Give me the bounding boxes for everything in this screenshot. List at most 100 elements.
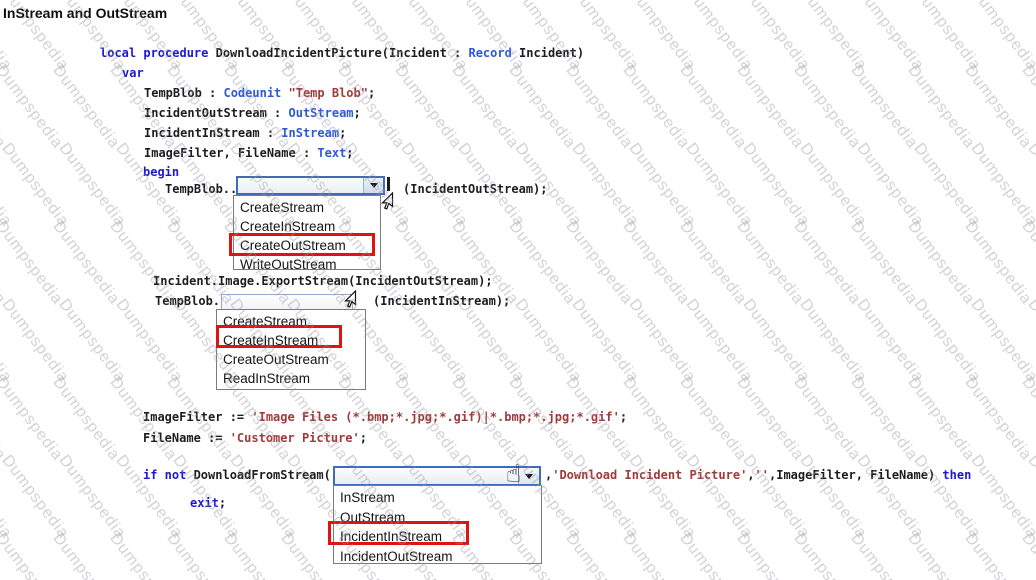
watermark-text: Dumpspedia <box>967 452 1036 543</box>
watermark-text: Dumpspedia <box>0 140 72 231</box>
watermark-text: Dumpspedia <box>733 530 807 580</box>
watermark-text: Dumpspedia <box>505 62 579 153</box>
watermark-text: Dumpspedia <box>397 0 471 75</box>
watermark-text: Dumpspedia <box>55 452 129 543</box>
watermark-text: Dumpspedia <box>0 62 66 153</box>
dropdown-button[interactable] <box>363 178 383 193</box>
watermark-text: Dumpspedia <box>562 218 636 309</box>
watermark-text: Dumpspedia <box>739 0 813 75</box>
watermark-text: Dumpspedia <box>0 452 15 543</box>
watermark-text: Dumpspedia <box>1024 0 1036 75</box>
watermark-text: Dumpspedia <box>625 0 699 75</box>
code-line-text-decl: ImageFilter, FileName : Text; <box>144 146 354 161</box>
answer-highlight-box-1 <box>229 233 375 256</box>
watermark-text: Dumpspedia <box>961 530 1035 580</box>
code-line-tempblob-1-arg: (IncidentOutStream); <box>403 182 548 197</box>
text-caret <box>387 177 390 191</box>
mouse-arrow-cursor-icon <box>381 192 394 211</box>
watermark-text: Dumpspedia <box>676 374 750 465</box>
watermark-text: Dumpspedia <box>682 296 756 387</box>
page-title: InStream and OutStream <box>3 5 167 21</box>
tempblob-method-dropdown-1[interactable] <box>236 176 385 195</box>
dropdown-item[interactable]: InStream <box>334 488 541 508</box>
watermark-text: Dumpspedia <box>568 0 642 75</box>
watermark-text: Dumpspedia <box>847 374 921 465</box>
watermark-text: Dumpspedia <box>847 62 921 153</box>
watermark-text: Dumpspedia <box>1018 374 1036 465</box>
watermark-text: Dumpspedia <box>619 62 693 153</box>
dropdown-list-2: CreateStreamCreateInStreamCreateOutStrea… <box>216 309 366 390</box>
watermark-text: Dumpspedia <box>448 62 522 153</box>
watermark-text: Dumpspedia <box>49 530 123 580</box>
hand-pointer-cursor-icon: ☝ <box>506 461 521 486</box>
watermark-text: Dumpspedia <box>967 296 1036 387</box>
watermark-text: Dumpspedia <box>1024 140 1036 231</box>
watermark-text: Dumpspedia <box>676 218 750 309</box>
watermark-text: Dumpspedia <box>112 296 186 387</box>
watermark-text: Dumpspedia <box>0 374 66 465</box>
code-line-if: if not DownloadFromStream( <box>143 468 331 483</box>
watermark-text: Dumpspedia <box>0 374 9 465</box>
watermark-text: Dumpspedia <box>283 0 357 75</box>
watermark-text: Dumpspedia <box>625 140 699 231</box>
watermark-text: Dumpspedia <box>1018 62 1036 153</box>
watermark-text: Dumpspedia <box>733 218 807 309</box>
watermark-text: Dumpspedia <box>733 374 807 465</box>
watermark-text: Dumpspedia <box>1024 452 1036 543</box>
watermark-text: Dumpspedia <box>562 530 636 580</box>
code-line-tempblob-2-arg: (IncidentInStream); <box>373 294 510 309</box>
watermark-text: Dumpspedia <box>790 218 864 309</box>
code-line-tempblob-1: TempBlob.. <box>165 182 237 197</box>
watermark-text: Dumpspedia <box>49 62 123 153</box>
watermark-text: Dumpspedia <box>967 140 1036 231</box>
watermark-text: Dumpspedia <box>910 0 984 75</box>
watermark-text: Dumpspedia <box>682 0 756 75</box>
watermark-text: Dumpspedia <box>625 452 699 543</box>
watermark-text: Dumpspedia <box>790 530 864 580</box>
chevron-down-icon <box>525 474 533 479</box>
watermark-text: Dumpspedia <box>340 0 414 75</box>
watermark-text: Dumpspedia <box>0 140 15 231</box>
watermark-text: Dumpspedia <box>739 452 813 543</box>
watermark-text: Dumpspedia <box>226 452 300 543</box>
watermark-text: Dumpspedia <box>910 296 984 387</box>
dropdown-item[interactable]: WriteOutStream <box>234 255 380 270</box>
watermark-text: Dumpspedia <box>112 452 186 543</box>
mouse-arrow-cursor-icon <box>344 290 357 309</box>
watermark-text: Dumpspedia <box>163 530 237 580</box>
watermark-text: Dumpspedia <box>904 218 978 309</box>
watermark-text: Dumpspedia <box>1018 530 1036 580</box>
watermark-text: Dumpspedia <box>55 140 129 231</box>
watermark-text: Dumpspedia <box>49 374 123 465</box>
dropdown-item[interactable]: ReadInStream <box>217 369 365 388</box>
watermark-text: Dumpspedia <box>676 530 750 580</box>
watermark-text: Dumpspedia <box>796 296 870 387</box>
watermark-text: Dumpspedia <box>910 140 984 231</box>
dropdown-item[interactable]: CreateStream <box>234 198 380 217</box>
watermark-text: Dumpspedia <box>568 452 642 543</box>
watermark-text: Dumpspedia <box>0 530 66 580</box>
watermark-text: Dumpspedia <box>853 296 927 387</box>
watermark-text: Dumpspedia <box>904 62 978 153</box>
watermark-text: Dumpspedia <box>796 140 870 231</box>
watermark-text: Dumpspedia <box>454 0 528 75</box>
watermark-text: Dumpspedia <box>511 0 585 75</box>
watermark-text: Dumpspedia <box>505 218 579 309</box>
watermark-text: Dumpspedia <box>397 296 471 387</box>
watermark-text: Dumpspedia <box>169 0 243 75</box>
code-line-exportstream: Incident.Image.ExportStream(IncidentOutS… <box>153 274 493 289</box>
watermark-text: Dumpspedia <box>847 218 921 309</box>
dropdown-item[interactable]: IncidentOutStream <box>334 547 541 565</box>
watermark-text: Dumpspedia <box>625 296 699 387</box>
watermark-text: Dumpspedia <box>106 530 180 580</box>
watermark-text: Dumpspedia <box>853 0 927 75</box>
watermark-text: Dumpspedia <box>619 530 693 580</box>
watermark-text: Dumpspedia <box>0 218 66 309</box>
watermark-text: Dumpspedia <box>568 140 642 231</box>
dropdown-item[interactable]: CreateOutStream <box>217 350 365 369</box>
watermark-text: Dumpspedia <box>739 296 813 387</box>
code-line-imagefilter: ImageFilter := 'Image Files (*.bmp;*.jpg… <box>143 410 627 425</box>
code-line-procedure: local procedure DownloadIncidentPicture(… <box>100 46 584 61</box>
watermark-text: Dumpspedia <box>226 0 300 75</box>
watermark-text: Dumpspedia <box>220 530 294 580</box>
